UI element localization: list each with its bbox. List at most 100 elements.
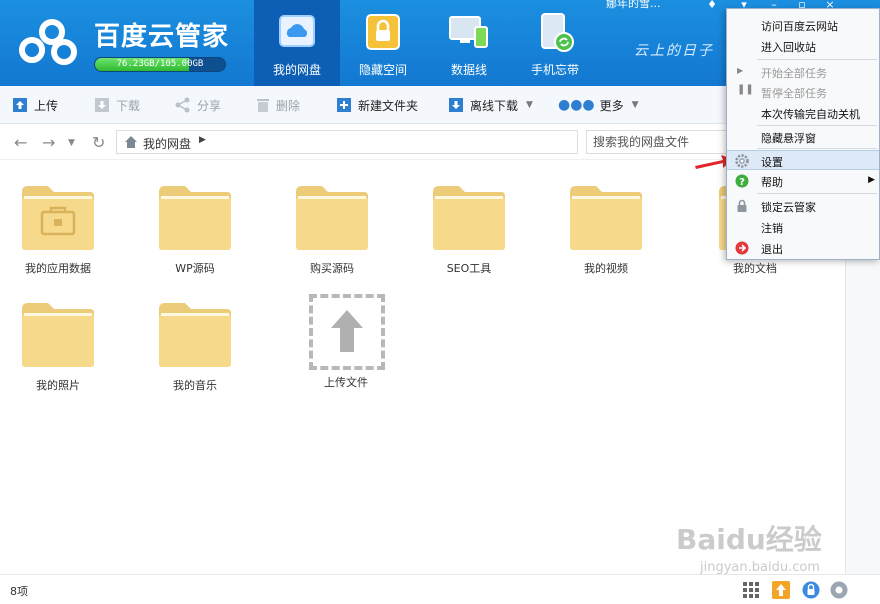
menu-item-hide-float-window[interactable]: 隐藏悬浮窗 <box>727 127 879 147</box>
refresh-icon[interactable]: ↻ <box>92 133 105 152</box>
folder-icon <box>159 186 231 250</box>
menu-item-label: 开始全部任务 <box>761 67 827 80</box>
user-name[interactable]: 娜年的雪... <box>606 0 661 11</box>
submenu-arrow-icon: ▶ <box>868 175 875 185</box>
tab-label: 手机忘带 <box>530 63 579 77</box>
briefcase-folder-icon <box>22 186 94 250</box>
storage-quota-bar: 76.23GB/105.00GB <box>94 57 226 72</box>
menu-item-exit[interactable]: 退出 <box>727 238 879 258</box>
app-title: 百度云管家 <box>94 22 230 52</box>
play-icon: ▶ <box>737 66 744 75</box>
folder-icon <box>433 186 505 250</box>
home-icon[interactable] <box>124 135 138 149</box>
menu-item-lock[interactable]: 锁定云管家 <box>727 196 879 216</box>
share-label: 分享 <box>197 98 222 113</box>
menu-item-label: 退出 <box>761 243 783 256</box>
new-folder-label: 新建文件夹 <box>358 98 419 113</box>
breadcrumb-item[interactable]: 我的网盘 <box>143 135 191 152</box>
new-folder-button[interactable]: 新建文件夹 <box>336 95 418 115</box>
upload-arrow-icon <box>331 310 363 352</box>
upload-file-tile[interactable]: 上传文件 <box>291 294 401 394</box>
upload-dropzone[interactable] <box>309 294 385 370</box>
file-name: 我的视频 <box>584 262 628 275</box>
watermark-url: jingyan.baidu.com <box>700 560 820 575</box>
status-bar: 8项 <box>0 574 880 604</box>
quota-text: 76.23GB/105.00GB <box>116 59 204 69</box>
menu-item-label: 帮助 <box>761 176 783 189</box>
tab-label: 我的网盘 <box>272 63 321 77</box>
tab-hidden-space[interactable]: 隐藏空间 <box>340 0 426 86</box>
phone-sync-icon <box>541 13 574 52</box>
menu-item-settings[interactable]: 设置 <box>727 150 879 170</box>
menu-divider <box>757 193 877 194</box>
file-item[interactable]: 我的应用数据 <box>3 184 113 284</box>
folder-icon <box>22 303 94 367</box>
file-item[interactable]: 购买源码 <box>277 184 387 284</box>
menu-item-start-all[interactable]: ▶ 开始全部任务 <box>727 62 879 82</box>
folder-icon <box>570 186 642 250</box>
search-input[interactable] <box>587 131 735 153</box>
main-menu-dropdown: 访问百度云网站 进入回收站 ▶ 开始全部任务 ❚❚ 暂停全部任务 本次传输完自动… <box>726 8 880 260</box>
cloud-drive-icon <box>279 15 315 47</box>
lock-icon <box>737 199 747 212</box>
more-label: 更多 <box>599 98 624 113</box>
file-item[interactable]: 我的音乐 <box>140 301 250 401</box>
history-dropdown-icon[interactable]: ▼ <box>68 138 75 148</box>
grid-view-icon[interactable] <box>742 581 760 599</box>
menu-divider <box>757 59 877 60</box>
transfer-upload-icon[interactable] <box>772 581 790 599</box>
file-name: SEO工具 <box>446 262 492 275</box>
upload-button[interactable]: 上传 <box>12 95 58 115</box>
file-item[interactable]: 我的照片 <box>3 301 113 401</box>
upload-tile-label: 上传文件 <box>324 376 368 389</box>
tab-label: 隐藏空间 <box>358 63 407 77</box>
chevron-right-icon[interactable]: ▶ <box>199 135 206 145</box>
monitor-phone-icon <box>449 16 488 48</box>
menu-item-recycle-bin[interactable]: 进入回收站 <box>727 36 879 56</box>
menu-item-label: 锁定云管家 <box>761 201 816 214</box>
offline-download-button[interactable]: 离线下载 ▼ <box>448 95 533 115</box>
slogan-text: 云上的日子 <box>634 43 714 59</box>
file-item[interactable]: SEO工具 <box>414 184 524 284</box>
more-dots-icon: ●●● <box>558 97 595 113</box>
menu-item-help[interactable]: ? 帮助 ▶ <box>727 171 879 191</box>
share-icon <box>175 97 190 113</box>
forward-icon[interactable]: → <box>42 133 55 152</box>
menu-item-label: 暂停全部任务 <box>761 87 827 100</box>
file-name: 我的音乐 <box>173 379 217 392</box>
search-box[interactable] <box>586 130 736 154</box>
bell-icon[interactable]: ♦ <box>700 0 724 14</box>
back-icon[interactable]: ← <box>14 133 27 152</box>
menu-item-label: 注销 <box>761 222 783 235</box>
file-name: 购买源码 <box>310 262 354 275</box>
menu-item-logout[interactable]: 注销 <box>727 217 879 237</box>
file-item[interactable]: 我的视频 <box>551 184 661 284</box>
download-button[interactable]: 下载 <box>94 95 140 115</box>
breadcrumb[interactable]: 我的网盘 ▶ <box>116 130 578 154</box>
lock-shield-icon <box>366 14 400 50</box>
folder-icon <box>296 186 368 250</box>
trash-icon <box>257 99 269 112</box>
download-icon <box>95 98 109 112</box>
tab-data-cable[interactable]: 数据线 <box>426 0 512 86</box>
more-button[interactable]: ●●● 更多 ▼ <box>558 95 639 115</box>
menu-item-label: 设置 <box>761 156 783 169</box>
folder-icon <box>159 303 231 367</box>
share-button[interactable]: 分享 <box>175 95 221 115</box>
tab-phone-forgot[interactable]: 手机忘带 <box>512 0 598 86</box>
exit-icon <box>735 241 749 255</box>
tab-my-netdisk[interactable]: 我的网盘 <box>254 0 340 86</box>
upload-label: 上传 <box>34 98 59 113</box>
lock-status-icon[interactable] <box>802 581 820 599</box>
baidu-cloud-logo-icon <box>19 19 77 65</box>
gear-icon <box>735 154 749 168</box>
delete-button[interactable]: 删除 <box>256 95 300 115</box>
upload-icon <box>13 98 27 112</box>
menu-item-visit-website[interactable]: 访问百度云网站 <box>727 15 879 35</box>
settings-status-icon[interactable] <box>830 581 848 599</box>
menu-item-auto-shutdown[interactable]: 本次传输完自动关机 <box>727 103 879 123</box>
help-icon: ? <box>735 174 749 188</box>
download-label: 下载 <box>116 98 141 113</box>
menu-item-pause-all[interactable]: ❚❚ 暂停全部任务 <box>727 82 879 102</box>
file-item[interactable]: WP源码 <box>140 184 250 284</box>
